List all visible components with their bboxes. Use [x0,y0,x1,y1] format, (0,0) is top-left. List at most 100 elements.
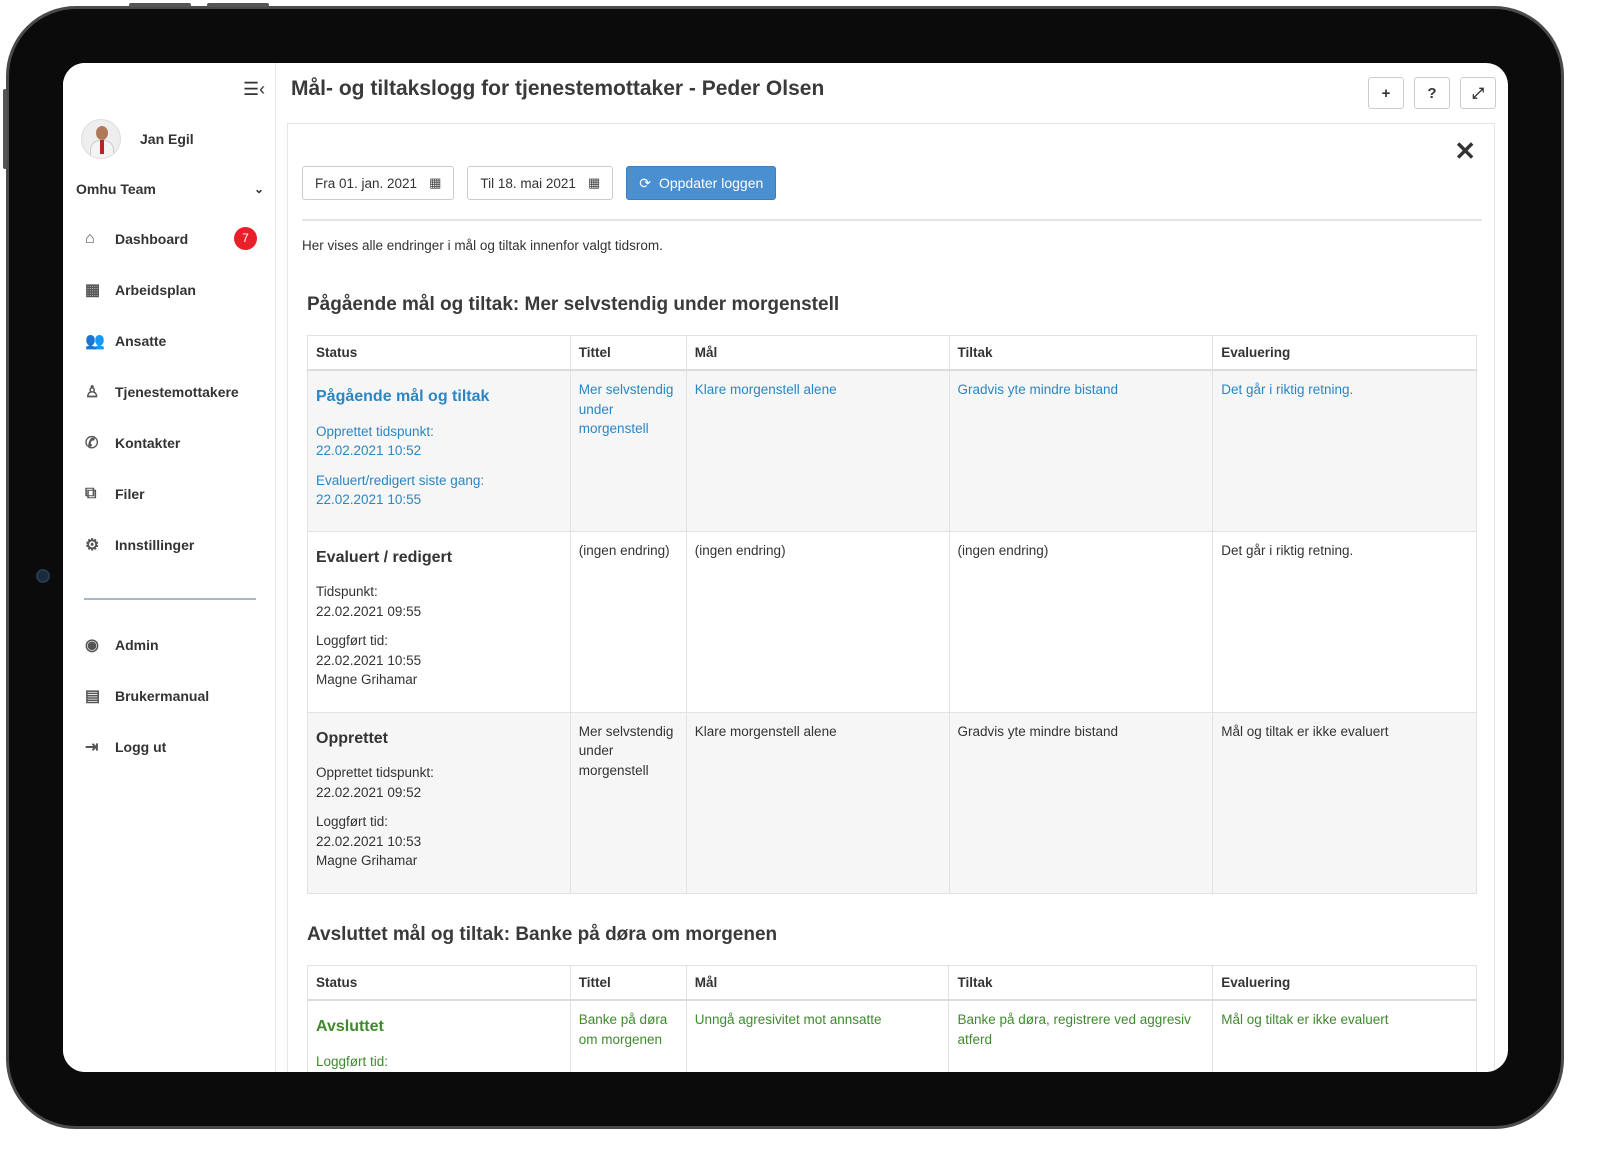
status-title[interactable]: Pågående mål og tiltak [316,387,562,407]
status-detail: Loggført tid: 22.02.2021 10:55 Magne Griha… [316,631,562,690]
app-screen: ☰‹ Jan Egil Omhu Team ⌄ ⌂ Dashboard 7 ▦ Arbe… [63,63,1508,1072]
status-cell: Evaluert / redigert Tidspunkt: 22.02.2021 … [307,530,571,713]
status-detail: Tidspunkt: 22.02.2021 09:55 [316,582,562,621]
column-header: Mål [685,965,950,1001]
sidebar-item-label: Filer [115,485,145,502]
status-detail: Evaluert/redigert siste gang: 22.02.2021 … [316,471,562,510]
sidebar-item-innstillinger[interactable]: ⚙ Innstillinger [63,519,276,570]
status-line: Magne Grihamar [316,853,418,868]
camera-icon [36,569,50,583]
tittel-cell: (ingen endring) [569,530,687,713]
status-title: Evaluert / redigert [316,548,453,566]
sidebar-item-label: Brukermanual [115,687,210,704]
team-selector[interactable]: Omhu Team ⌄ [76,181,264,197]
ongoing-log-table: Status Tittel Mål Tiltak Evaluering Pågående… [307,335,1477,894]
status-line: Evaluert/redigert siste gang: [316,472,485,488]
tittel-cell[interactable]: Banke på døra om morgenen [569,999,687,1072]
info-text: Her vises alle endringer i mål og tiltak… [302,238,663,253]
volume-button [207,3,269,7]
sidebar-item-kontakter[interactable]: ✆ Kontakter [63,417,276,468]
maal-cell: Klare morgenstell alene [685,711,950,894]
from-date-value: Fra 01. jan. 2021 [315,175,418,191]
chevron-down-icon: ⌄ [253,182,264,196]
status-line: Opprettet tidspunkt: [316,765,434,780]
calendar-icon: ▦ [429,175,442,190]
status-line: 22.02.2021 10:55 [316,492,422,507]
user-name: Jan Egil [140,131,194,147]
sidebar-item-brukermanual[interactable]: ▤ Brukermanual [63,670,276,721]
evaluering-cell: Mål og tiltak er ikke evaluert [1212,711,1477,894]
tiltak-cell: (ingen endring) [948,530,1214,713]
status-line: Tidspunkt: [316,584,378,599]
update-log-label: Oppdater loggen [658,175,764,191]
status-line: 22.02.2021 09:55 [316,603,422,619]
evaluering-cell[interactable]: Mål og tiltak er ikke evaluert [1212,999,1477,1072]
avatar [81,119,121,159]
sidebar-item-tjenestemottakere[interactable]: ♙ Tjenestemottakere [63,366,276,417]
menu-collapse-icon[interactable]: ☰‹ [243,79,265,100]
sidebar-item-admin[interactable]: ◉ Admin [63,619,276,670]
evaluering-cell[interactable]: Det går i riktig retning. [1212,369,1477,532]
header-actions: + ? ⤢ [1368,77,1496,109]
user-profile[interactable]: Jan Egil [81,119,194,159]
status-line: Loggført tid: [316,633,389,648]
table-row: Opprettet Opprettet tidspunkt: 22.02.2021 … [307,711,1477,894]
maal-cell[interactable]: Klare morgenstell alene [685,369,950,532]
maal-cell[interactable]: Unngå agresivitet mot annsatte [685,999,950,1072]
logout-icon: ⇥ [85,738,99,756]
help-button[interactable]: ? [1414,77,1450,109]
sidebar-item-label: Ansatte [115,332,167,349]
tiltak-cell: Gradvis yte mindre bistand [948,711,1214,894]
main-nav: ⌂ Dashboard 7 ▦ Arbeidsplan 👥 Ansatte ♙ Tjeneste… [63,213,276,570]
sidebar-item-label: Admin [115,636,159,653]
sidebar-item-arbeidsplan[interactable]: ▦ Arbeidsplan [63,264,276,315]
evaluering-cell: Det går i riktig retning. [1212,530,1477,713]
status-detail: Opprettet tidspunkt: 22.02.2021 10:52 [316,422,562,461]
status-detail: Loggført tid: [316,1052,562,1072]
column-header: Tiltak [948,965,1214,1001]
column-header: Mål [685,335,950,371]
column-header: Tiltak [948,335,1214,371]
status-cell: Pågående mål og tiltak Opprettet tidspunk… [307,369,571,532]
column-header: Evaluering [1212,965,1477,1001]
tiltak-cell[interactable]: Banke på døra, registrere ved aggresiv a… [948,999,1214,1072]
secondary-nav: ◉ Admin ▤ Brukermanual ⇥ Logg ut [63,619,276,772]
sidebar-item-logg-ut[interactable]: ⇥ Logg ut [63,721,276,772]
add-button[interactable]: + [1368,77,1404,109]
status-line: 22.02.2021 10:52 [316,443,422,458]
table-row: Pågående mål og tiltak Opprettet tidspunk… [307,369,1477,532]
from-date-field[interactable]: Fra 01. jan. 2021 ▦ [302,166,455,200]
divider [302,219,1482,221]
column-header: Evaluering [1212,335,1477,371]
table-row: Evaluert / redigert Tidspunkt: 22.02.2021 … [307,530,1477,713]
column-header: Tittel [569,965,687,1001]
sidebar-item-filer[interactable]: ⧉ Filer [63,468,276,519]
status-line: Opprettet tidspunkt: [316,423,434,439]
log-panel: ✕ Fra 01. jan. 2021 ▦ Til 18. mai 2021 ▦… [287,123,1495,1072]
close-icon[interactable]: ✕ [1454,136,1476,167]
sidebar-item-label: Arbeidsplan [115,281,196,298]
status-cell: Opprettet Opprettet tidspunkt: 22.02.2021 … [307,711,571,894]
document-icon: ▤ [85,687,101,705]
to-date-value: Til 18. mai 2021 [480,175,576,191]
status-line: 22.02.2021 10:55 [316,652,422,668]
tiltak-cell[interactable]: Gradvis yte mindre bistand [948,369,1214,532]
user-icon: ♙ [85,383,100,401]
status-line: 22.02.2021 09:52 [316,784,422,800]
to-date-field[interactable]: Til 18. mai 2021 ▦ [467,166,614,200]
status-title[interactable]: Avsluttet [316,1017,562,1037]
date-filter: Fra 01. jan. 2021 ▦ Til 18. mai 2021 ▦ ⟳… [302,166,777,200]
update-log-button[interactable]: ⟳ Oppdater loggen [626,166,777,200]
sidebar-item-dashboard[interactable]: ⌂ Dashboard 7 [63,213,276,264]
status-line: Magne Grihamar [316,672,418,687]
page-title: Mål- og tiltakslogg for tjenestemottaker… [291,77,825,100]
sidebar-item-label: Logg ut [115,738,167,755]
section-title-ongoing: Pågående mål og tiltak: Mer selvstendig … [307,294,840,315]
sidebar-item-ansatte[interactable]: 👥 Ansatte [63,315,276,366]
fullscreen-button[interactable]: ⤢ [1460,77,1496,109]
gear-icon: ⚙ [85,536,100,554]
tittel-cell[interactable]: Mer selvstendig under morgenstell [569,369,687,532]
status-line: Loggført tid: [316,1053,389,1069]
status-detail: Loggført tid: 22.02.2021 10:53 Magne Griha… [316,812,562,871]
sidebar-divider [84,598,256,600]
